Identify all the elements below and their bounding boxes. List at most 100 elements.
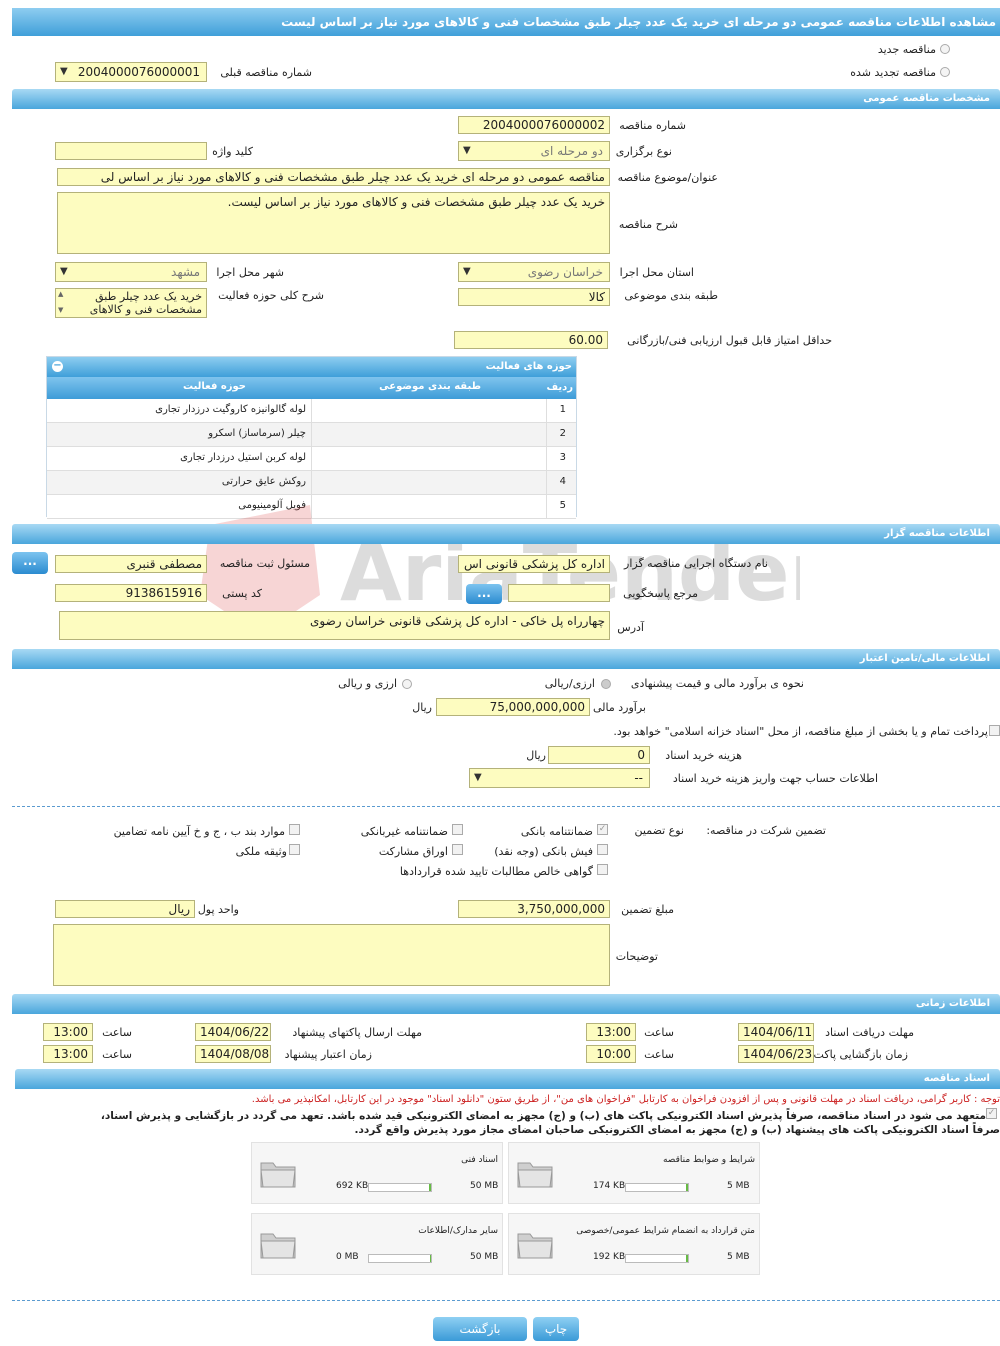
opt-fx-label: ارزی و ریالی: [338, 677, 397, 690]
tender-no-label: شماره مناقصه: [619, 119, 686, 132]
open-time[interactable]: 10:00: [586, 1045, 636, 1063]
opt-rial-radio[interactable]: [601, 679, 611, 689]
notes-field[interactable]: [53, 924, 610, 986]
bank-guarantee-checkbox[interactable]: ✓: [597, 824, 608, 835]
estimate-field[interactable]: 75,000,000,000: [436, 698, 590, 716]
subject-field[interactable]: مناقصه عمومی دو مرحله ای خرید یک عدد چیل…: [57, 168, 610, 186]
col-divider: [546, 399, 547, 422]
property-deed-checkbox[interactable]: [289, 844, 300, 855]
scroll-down-icon[interactable]: ▼: [58, 306, 63, 314]
registrar-field[interactable]: مصطفی قنبری: [55, 555, 207, 573]
document-tile[interactable]: متن قرارداد به انضمام شرایط عمومی/خصوصی 5…: [508, 1213, 760, 1275]
chevron-down-icon: ▼: [60, 66, 68, 77]
print-button[interactable]: چاپ: [533, 1317, 579, 1341]
city-value: مشهد: [171, 265, 200, 279]
document-tile[interactable]: اسناد فنی 50 MB 692 KB: [251, 1142, 503, 1204]
participation-papers-label: اوراق مشارکت: [378, 845, 448, 858]
nonbank-guarantee-checkbox[interactable]: [452, 824, 463, 835]
document-size: 174 KB: [593, 1181, 626, 1191]
open-time-label: ساعت: [644, 1048, 674, 1061]
amount-field[interactable]: 3,750,000,000: [458, 900, 610, 918]
table-row[interactable]: 4 روکش عایق حرارتی: [47, 471, 576, 495]
col-divider: [311, 399, 312, 422]
registrar-lookup-button[interactable]: ...: [12, 552, 48, 574]
currency-field[interactable]: ریال: [55, 900, 195, 918]
col-divider: [546, 423, 547, 446]
type-label: نوع برگزاری: [615, 145, 672, 158]
province-label: استان محل اجرا: [619, 266, 694, 279]
activity-desc-field[interactable]: خرید یک عدد چیلر طبق مشخصات فنی و کالاها…: [55, 288, 207, 318]
document-tile[interactable]: سایر مدارک/اطلاعات 50 MB 0 MB: [251, 1213, 503, 1275]
exec-field[interactable]: اداره کل پزشکی قانونی اس: [458, 555, 610, 573]
table-row[interactable]: 3 لوله کربن استیل درزدار تجاری: [47, 447, 576, 471]
chevron-down-icon: ▼: [463, 266, 471, 277]
validity-time-label: ساعت: [102, 1048, 132, 1061]
doc-cost-field[interactable]: 0: [548, 746, 650, 764]
account-select[interactable]: ▼ --: [469, 768, 650, 788]
validity-date[interactable]: 1404/08/08: [195, 1045, 271, 1063]
commit-line1: متعهد می شود در اسناد مناقصه، صرفاً پذیر…: [100, 1110, 986, 1122]
prev-tender-label: شماره مناقصه قبلی: [220, 66, 312, 79]
participation-papers-checkbox[interactable]: [452, 844, 463, 855]
table-row[interactable]: 5 فویل آلومینیومی: [47, 495, 576, 519]
back-button[interactable]: بازگشت: [433, 1317, 527, 1341]
activity-panel-header: حوزه های فعالیت −: [47, 357, 576, 377]
doc-receive-date[interactable]: 1404/06/11: [738, 1023, 814, 1041]
col-divider: [546, 495, 547, 518]
document-max: 50 MB: [470, 1252, 499, 1262]
guarantee-label: تضمین شرکت در مناقصه:: [706, 824, 826, 837]
divider: [12, 1300, 1000, 1301]
address-label: آدرس: [617, 621, 644, 634]
send-time[interactable]: 13:00: [43, 1023, 93, 1041]
doc-cost-label: هزینه خرید اسناد: [665, 749, 742, 762]
responder-field[interactable]: [508, 584, 610, 602]
receivables-label: گواهی خالص مطالبات تایید شده قراردادها: [399, 865, 593, 878]
upload-progress-fill: [685, 1184, 688, 1191]
document-name: اسناد فنی: [461, 1155, 498, 1165]
responder-lookup-button[interactable]: ...: [466, 584, 502, 604]
type-select[interactable]: ▼ دو مرحله ای: [458, 141, 610, 161]
section-organizer: اطلاعات مناقصه گزار: [12, 524, 1000, 544]
desc-field[interactable]: خرید یک عدد چیلر طبق مشخصات فنی و کالاها…: [57, 192, 610, 254]
postal-field[interactable]: 9138615916: [55, 584, 207, 602]
commit-checkbox[interactable]: ✓: [986, 1108, 997, 1119]
prev-tender-select[interactable]: ▼ 2004000076000001: [55, 62, 207, 82]
document-tile[interactable]: شرایط و ضوابط مناقصه 5 MB 174 KB: [508, 1142, 760, 1204]
keyword-field[interactable]: [55, 142, 207, 160]
responder-label: مرجع پاسخگویی: [623, 587, 698, 600]
bank-guarantee-label: ضمانتنامه بانکی: [520, 825, 593, 838]
folder-icon: [260, 1233, 296, 1259]
min-score-field[interactable]: 60.00: [454, 331, 608, 349]
renewed-tender-radio[interactable]: [940, 67, 950, 77]
opt-rial-label: ارزی/ریالی: [544, 677, 595, 690]
row-activity: لوله گالوانیزه کاروگیت درزدار تجاری: [155, 404, 306, 415]
category-field[interactable]: کالا: [458, 288, 610, 306]
section-timing: اطلاعات زمانی: [12, 994, 1000, 1014]
property-deed-label: وثیقه ملکی: [235, 845, 287, 858]
new-tender-radio[interactable]: [940, 44, 950, 54]
currency-label: واحد پول: [197, 903, 239, 916]
doc-receive-time[interactable]: 13:00: [586, 1023, 636, 1041]
clause-items-label: موارد بند ب ، ج و خ آیین نامه تضامین: [113, 825, 285, 838]
row-number: 5: [559, 500, 566, 511]
table-row[interactable]: 1 لوله گالوانیزه کاروگیت درزدار تجاری: [47, 399, 576, 423]
upload-progress-fill: [429, 1184, 431, 1191]
treasury-checkbox[interactable]: [989, 725, 1000, 736]
open-date[interactable]: 1404/06/23: [738, 1045, 814, 1063]
table-row[interactable]: 2 چیلر (سرماساز) اسکرو: [47, 423, 576, 447]
tender-no-field[interactable]: 2004000076000002: [458, 116, 610, 134]
account-value: --: [634, 771, 643, 785]
address-field[interactable]: چهارراه پل خاکی - اداره کل پزشکی قانونی …: [59, 611, 610, 640]
opt-fx-radio[interactable]: [402, 679, 412, 689]
province-select[interactable]: ▼ خراسان رضوی: [458, 262, 610, 282]
bank-receipt-checkbox[interactable]: [597, 844, 608, 855]
validity-time[interactable]: 13:00: [43, 1045, 93, 1063]
clause-items-checkbox[interactable]: [289, 824, 300, 835]
activity-table-header: ردیف طبقه بندی موضوعی حوزه فعالیت: [47, 377, 576, 399]
send-date[interactable]: 1404/06/22: [195, 1023, 271, 1041]
scroll-up-icon[interactable]: ▲: [58, 290, 63, 298]
receivables-checkbox[interactable]: [597, 864, 608, 875]
city-select[interactable]: ▼ مشهد: [55, 262, 207, 282]
collapse-icon[interactable]: −: [52, 361, 63, 372]
col-divider: [546, 447, 547, 470]
